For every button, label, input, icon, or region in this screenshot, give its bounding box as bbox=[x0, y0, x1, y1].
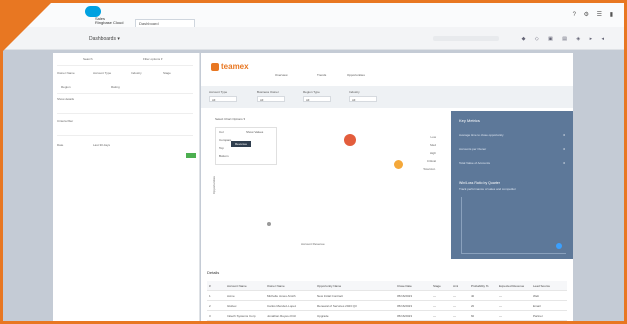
filter-select-1[interactable]: All bbox=[257, 96, 285, 102]
metric-row-1: Accounts per Owner 0 bbox=[459, 147, 565, 151]
metrics-title: Key Metrics bbox=[459, 118, 480, 123]
left-panel: Search Filter options ▾ Owner Name Accou… bbox=[53, 53, 200, 321]
legend-item-4: Total Acc. bbox=[423, 167, 436, 171]
chart-point[interactable] bbox=[556, 243, 562, 249]
legend-item-2: High bbox=[429, 151, 436, 155]
metrics-subtitle: Win/Loss Ratio by Quarter bbox=[459, 181, 501, 185]
left-row-2[interactable]: Industry bbox=[131, 71, 142, 75]
metric-value-1: 0 bbox=[563, 147, 565, 151]
legend-item-1: Med bbox=[430, 143, 436, 147]
filter-label-0: Account Type bbox=[209, 90, 228, 94]
date-label: Date bbox=[57, 143, 64, 147]
filter-select-0[interactable]: All bbox=[209, 96, 237, 102]
date-value[interactable]: Last 30 days bbox=[93, 143, 110, 147]
table-row[interactable]: 1 Acme Michelle Jones-Smith New Initial … bbox=[207, 291, 567, 301]
left-row-4[interactable]: Region bbox=[61, 85, 71, 89]
bubble-high[interactable] bbox=[344, 134, 356, 146]
metric-value-0: 0 bbox=[563, 133, 565, 137]
metrics-panel: Key Metrics Average time to close opport… bbox=[451, 111, 573, 259]
page-title[interactable]: Dashboards ▾ bbox=[89, 36, 120, 42]
filter-label-1: Business Owner bbox=[257, 90, 279, 94]
dd-item-1[interactable]: Show Values bbox=[246, 130, 263, 134]
table-row[interactable]: 3 Initech Systems Corp Jonathan Reyes-Or… bbox=[207, 311, 567, 321]
left-dropdown[interactable]: Filter options ▾ bbox=[143, 57, 163, 61]
brand-logo: teamex bbox=[221, 62, 249, 71]
dd-item-4[interactable]: Bottom bbox=[219, 154, 229, 158]
metric-value-2: 0 bbox=[563, 161, 565, 165]
x-axis-label: Account Revenue bbox=[301, 242, 325, 246]
left-row-3[interactable]: Stage bbox=[163, 71, 171, 75]
filter-select-3[interactable]: All bbox=[349, 96, 377, 102]
left-row-5[interactable]: Rating bbox=[111, 85, 120, 89]
filter-label-3: Industry bbox=[349, 90, 360, 94]
dd-item-3[interactable]: Top bbox=[219, 146, 224, 150]
search-field[interactable] bbox=[433, 36, 499, 41]
tab-overview[interactable]: Overview bbox=[275, 73, 288, 77]
tab-trends[interactable]: Trends bbox=[317, 73, 326, 77]
left-row-0[interactable]: Owner Name bbox=[57, 71, 75, 75]
table-header: # Account Name Owner Name Opportunity Na… bbox=[207, 281, 567, 291]
tab-dashboard[interactable]: Dashboard bbox=[135, 19, 195, 27]
section-show-details[interactable]: Show details bbox=[57, 97, 74, 101]
bubble-medium[interactable] bbox=[394, 160, 403, 169]
bubble-low[interactable] bbox=[267, 222, 271, 226]
metric-row-2: Total Value of Accounts 0 bbox=[459, 161, 565, 165]
y-axis-label: Opportunities bbox=[211, 176, 216, 194]
chart-tooltip: Revenue bbox=[231, 141, 251, 147]
chart-legend: Low Med High Critical Total Acc. bbox=[406, 133, 436, 173]
dd-item-0[interactable]: Col bbox=[219, 130, 224, 134]
corner-ribbon bbox=[3, 3, 51, 51]
top-bar: Sales Ringbase Cloud Dashboard ? ⚙ ☰ ▮ bbox=[3, 3, 624, 28]
brand-icon bbox=[211, 63, 219, 71]
details-table: # Account Name Owner Name Opportunity Na… bbox=[207, 281, 567, 321]
dashboard-main: teamex Overview Trends Opportunities Acc… bbox=[201, 53, 573, 321]
details-title: Details bbox=[207, 270, 220, 275]
apply-button[interactable] bbox=[186, 153, 196, 158]
win-loss-chart bbox=[461, 197, 566, 254]
dd-item-2[interactable]: Compare bbox=[219, 138, 231, 142]
filter-label-2: Region Type bbox=[303, 90, 320, 94]
left-search-placeholder[interactable]: Search bbox=[83, 57, 93, 61]
metric-row-0: Average time to close opportunity 0 bbox=[459, 133, 565, 137]
window-icons[interactable]: ? ⚙ ☰ ▮ bbox=[573, 11, 616, 18]
toolbar-icons[interactable]: ◆ ◇ ▣ ▤ ◈ ▸ ◂ bbox=[522, 36, 608, 42]
left-row-1[interactable]: Account Type bbox=[93, 71, 111, 75]
app-name-line2: Ringbase Cloud bbox=[95, 20, 124, 25]
app-name: Sales Ringbase Cloud bbox=[95, 17, 123, 25]
app-window: Sales Ringbase Cloud Dashboard ? ⚙ ☰ ▮ D… bbox=[0, 0, 627, 324]
tab-opportunities[interactable]: Opportunities bbox=[347, 73, 365, 77]
filter-bar: Account Type All Business Owner All Regi… bbox=[201, 86, 573, 108]
legend-item-3: Critical bbox=[426, 159, 436, 163]
filter-select-2[interactable]: All bbox=[303, 96, 331, 102]
table-row[interactable]: 2 Globex Carlos Mendez-Lopez Renewal of … bbox=[207, 301, 567, 311]
chart-options-dropdown[interactable]: Select Chart Options ▾ bbox=[215, 117, 245, 121]
legend-item-0: Low bbox=[430, 135, 436, 139]
section-criteria[interactable]: Criteria filter bbox=[57, 119, 73, 123]
metrics-subtext: Track performance of sales and competito… bbox=[459, 187, 516, 191]
